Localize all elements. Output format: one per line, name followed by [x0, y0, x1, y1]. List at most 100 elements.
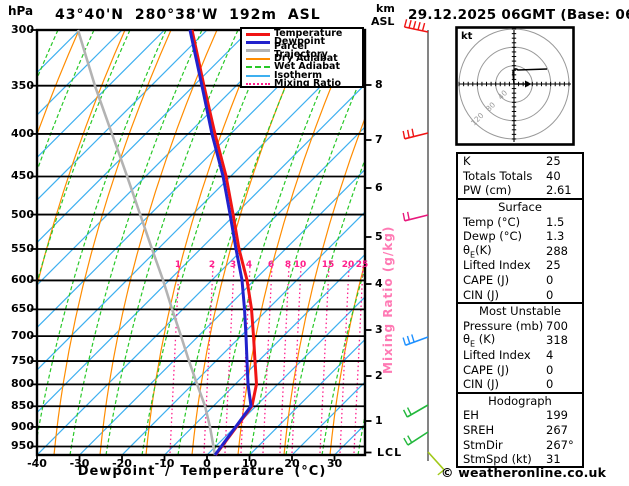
hodograph-unit-label: kt — [461, 31, 473, 42]
mixing-ratio-line — [262, 265, 273, 454]
surface-section: Surface Temp (°C) 1.5 Dewp (°C) 1.3 θE(K) 2… — [458, 197, 582, 302]
table-row: K 25 — [458, 154, 582, 169]
wind-barb-shaft — [406, 404, 429, 418]
mixing-ratio-axis-title: Mixing Ratio (g/kg) — [381, 225, 395, 374]
table-row: Lifted Index 4 — [458, 348, 582, 363]
wind-barb-feather — [406, 335, 411, 344]
row-value: 700 — [546, 318, 568, 333]
row-value: 318 — [546, 333, 568, 348]
km-tick-label: 6 — [375, 181, 383, 194]
table-row: Totals Totals 40 — [458, 169, 582, 184]
altitude-unit-asl: ASL — [371, 15, 395, 28]
station-title: 43°40'N 280°38'W 192m ASL — [55, 7, 321, 23]
row-value: 0 — [546, 377, 554, 392]
row-label: Totals Totals — [463, 168, 533, 183]
indices-section: K 25 Totals Totals 40 PW (cm) 2.61 — [458, 154, 582, 198]
row-value: 267 — [546, 422, 568, 437]
row-label: Lifted Index — [463, 258, 531, 273]
row-value: 25 — [546, 258, 561, 273]
table-row: Pressure (mb) 700 — [458, 319, 582, 334]
mixing-ratio-label: 2 — [208, 260, 216, 270]
table-row: StmSpd (kt) 31 — [458, 452, 582, 467]
row-label: PW (cm) — [463, 183, 512, 198]
mixing-ratio-label: 4 — [245, 260, 253, 270]
pressure-tick-label: 300 — [11, 23, 34, 36]
wind-barb-feather — [411, 334, 415, 343]
pressure-tick-label: 800 — [11, 377, 34, 391]
isotherm-line — [37, 41, 365, 371]
hodograph: 4080120 — [455, 26, 575, 146]
pressure-tick-label: 550 — [11, 241, 34, 255]
row-value: 31 — [546, 452, 561, 467]
row-label: Temp (°C) — [463, 214, 521, 229]
table-row: CIN (J) 0 — [458, 377, 582, 392]
pressure-tick-label: 950 — [11, 439, 34, 453]
parcel-swatch — [246, 49, 270, 53]
row-label: EH — [463, 408, 479, 423]
wind-barb-feather — [411, 128, 415, 137]
row-value: 0 — [546, 287, 554, 302]
wet-adiabat-line — [177, 30, 311, 455]
dry-adiabat-swatch — [246, 58, 270, 61]
row-label: θE (K) — [463, 332, 496, 349]
row-value: 1.5 — [546, 214, 565, 229]
wind-barb-feather — [406, 211, 410, 220]
table-row: Lifted Index 25 — [458, 258, 582, 273]
wind-barb-feather — [402, 337, 407, 346]
pressure-tick-label: 850 — [11, 399, 34, 413]
km-tick-label: 3 — [375, 323, 383, 336]
wind-barb-feather — [402, 409, 408, 418]
temperature-tick-label: -10 — [154, 457, 175, 470]
pressure-tick-label: 350 — [11, 78, 34, 92]
row-label: θE(K) — [463, 242, 492, 260]
km-tick-label: 1 — [375, 414, 383, 427]
mixing-ratio-swatch — [246, 82, 270, 85]
wind-barb-feather — [403, 19, 408, 28]
run-date-label: 29.12.2025 06GMT (Base: 06) — [408, 7, 629, 23]
km-tick-label: 8 — [375, 78, 383, 91]
wind-barb-feather — [417, 21, 421, 31]
pressure-tick-label: 750 — [11, 354, 34, 368]
row-label: StmSpd (kt) — [463, 452, 532, 467]
mixing-ratio-label: 25 — [355, 260, 369, 270]
table-row: CIN (J) 0 — [458, 287, 582, 302]
row-value: 1.3 — [546, 229, 565, 244]
mixing-ratio-label: 10 — [293, 260, 307, 270]
legend-item-mixing-ratio: Mixing Ratio — [244, 79, 362, 88]
wind-barb-feather — [402, 130, 406, 139]
altitude-unit-km: km — [376, 2, 395, 15]
km-tick-label: 7 — [375, 133, 383, 146]
temperature-tick-label: 10 — [241, 457, 258, 470]
wind-barb-feather — [402, 212, 406, 221]
wind-barb-feather — [406, 407, 412, 416]
table-row: EH 199 — [458, 408, 582, 423]
table-row: StmDir 267° — [458, 437, 582, 452]
table-row: PW (cm) 2.61 — [458, 183, 582, 198]
pressure-tick-label: 400 — [11, 126, 34, 140]
table-row: CAPE (J) 0 — [458, 362, 582, 377]
isotherm-swatch — [246, 74, 270, 77]
row-label: K — [463, 154, 471, 169]
row-label: CIN (J) — [463, 377, 500, 392]
row-value: 0 — [546, 362, 554, 377]
table-row: SREH 267 — [458, 423, 582, 438]
pressure-tick-label: 650 — [11, 302, 34, 316]
table-row: θE(K) 288 — [458, 242, 582, 260]
wind-barb-feather — [407, 435, 413, 443]
pressure-unit-label: hPa — [8, 4, 34, 18]
row-label: SREH — [463, 422, 495, 437]
row-value: 0 — [546, 273, 554, 288]
parcel-trajectory-line — [76, 29, 217, 456]
pressure-tick-label: 600 — [11, 273, 34, 287]
mixing-ratio-line — [224, 265, 235, 454]
row-value: 288 — [546, 243, 568, 258]
sounding-screen: hPa 43°40'N 280°38'W 192m ASL km ASL 29.… — [0, 0, 629, 486]
temperature-tick-label: 0 — [203, 457, 211, 470]
most-unstable-section: Most Unstable Pressure (mb) 700 θE (K) 318… — [458, 301, 582, 392]
lcl-label: LCL — [377, 446, 403, 459]
temperature-tick-label: 30 — [326, 457, 343, 470]
mixing-ratio-label: 6 — [267, 260, 275, 270]
row-value: 199 — [546, 408, 568, 423]
row-label: CIN (J) — [463, 287, 500, 302]
hodograph-stats-section: Hodograph EH 199 SREH 267 StmDir 267° StmSp… — [458, 391, 582, 467]
